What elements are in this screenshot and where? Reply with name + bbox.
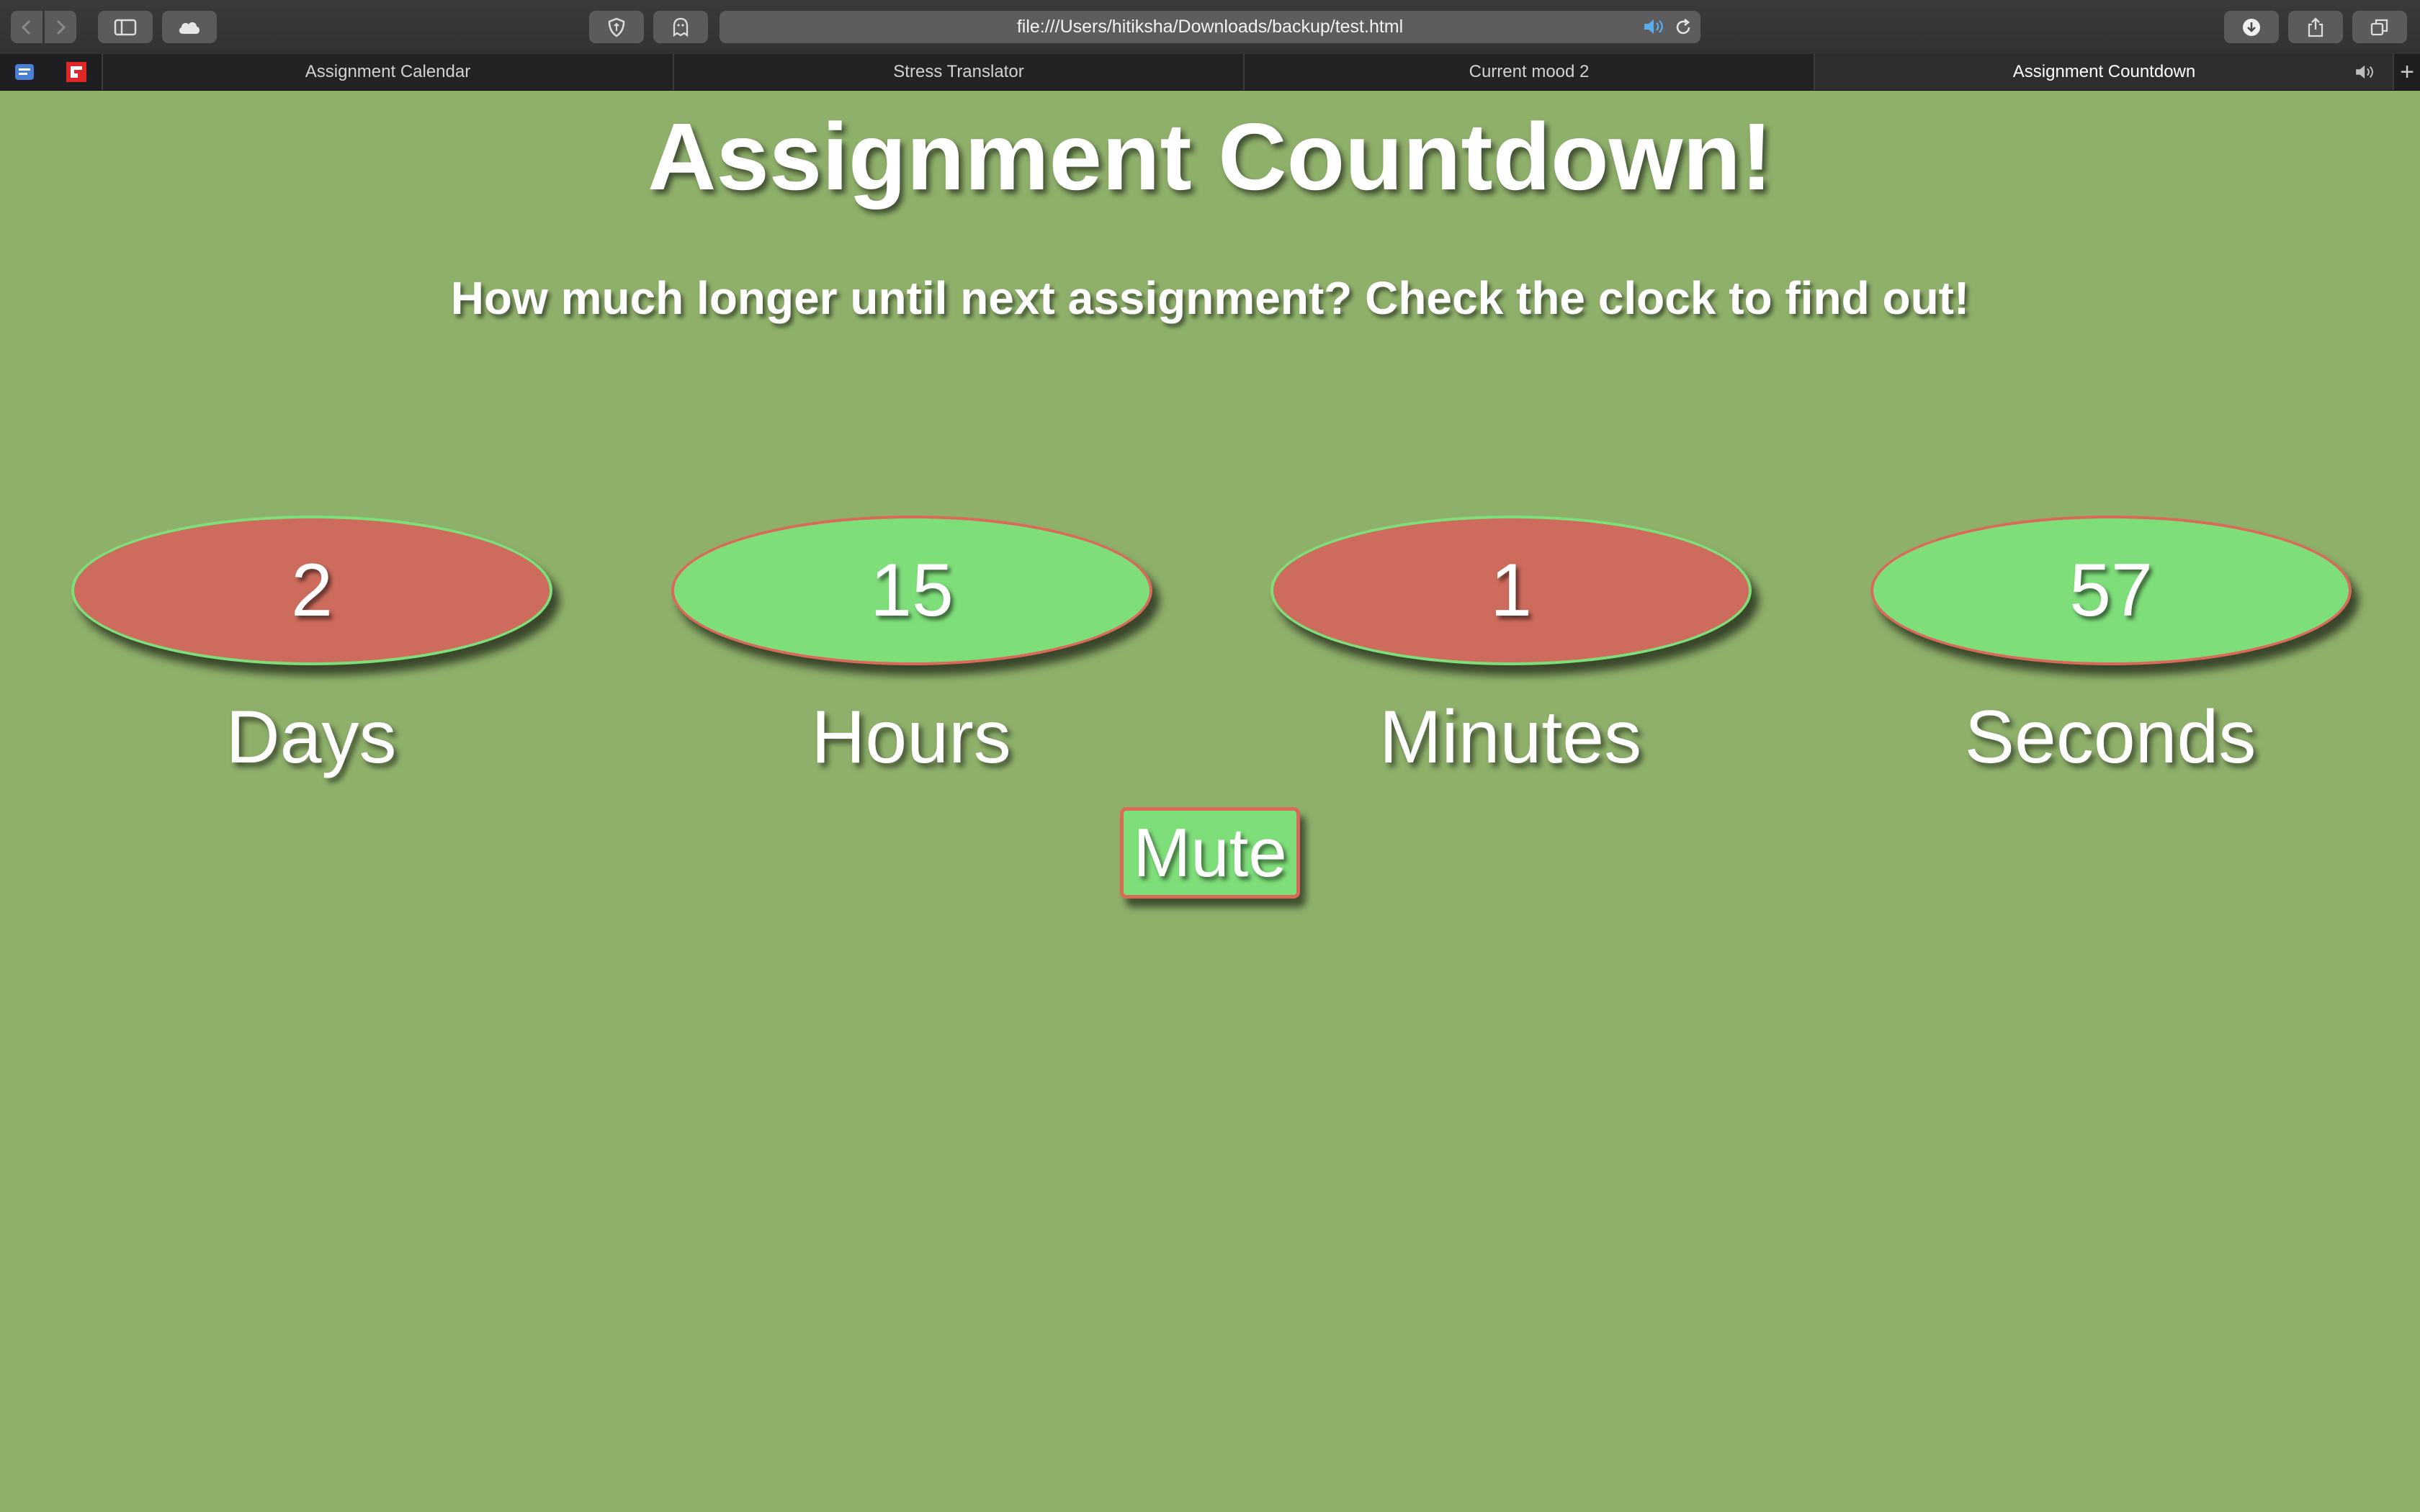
speaker-icon[interactable] xyxy=(2354,63,2378,86)
downloads-button[interactable] xyxy=(2224,11,2279,43)
sidebar-button[interactable] xyxy=(98,11,153,43)
countdown-hours: 15 Hours xyxy=(671,516,1152,780)
hours-oval: 15 xyxy=(671,516,1152,665)
ghostery-extension-button[interactable] xyxy=(653,11,708,43)
ghost-icon xyxy=(673,17,689,37)
days-oval: 2 xyxy=(71,516,552,665)
tab-current-mood-2[interactable]: Current mood 2 xyxy=(1243,54,1814,90)
mute-button[interactable]: Mute xyxy=(1120,807,1300,899)
share-icon xyxy=(2308,17,2323,37)
url-text: file:///Users/hitiksha/Downloads/backup/… xyxy=(1016,17,1404,37)
privacy-shield-button[interactable] xyxy=(589,11,644,43)
tab-stress-translator[interactable]: Stress Translator xyxy=(673,54,1243,90)
tab-label: Assignment Countdown xyxy=(2012,62,2196,81)
flipboard-favicon-icon xyxy=(66,62,86,82)
download-icon xyxy=(2243,18,2260,36)
address-bar[interactable]: file:///Users/hitiksha/Downloads/backup/… xyxy=(720,11,1700,43)
minutes-value: 1 xyxy=(1490,548,1532,632)
seconds-oval: 57 xyxy=(1870,516,2352,665)
countdown-minutes: 1 Minutes xyxy=(1270,516,1752,780)
icloud-tabs-button[interactable] xyxy=(162,11,217,43)
days-label: Days xyxy=(225,696,397,779)
hours-label: Hours xyxy=(811,696,1011,779)
tab-bar: Assignment Calendar Stress Translator Cu… xyxy=(0,54,2420,91)
tab-assignment-countdown[interactable]: Assignment Countdown xyxy=(1814,54,2393,90)
back-button[interactable] xyxy=(11,11,42,43)
docs-favicon-icon xyxy=(15,64,34,80)
hours-value: 15 xyxy=(870,548,954,632)
shield-icon xyxy=(608,17,625,37)
pinned-tab-google-docs[interactable] xyxy=(12,60,37,84)
countdown-days: 2 Days xyxy=(71,516,552,780)
page-title: Assignment Countdown! xyxy=(647,104,1773,210)
tab-label: Assignment Calendar xyxy=(305,62,471,81)
browser-toolbar: file:///Users/hitiksha/Downloads/backup/… xyxy=(0,0,2420,55)
tabs-icon xyxy=(2370,19,2388,35)
countdown-seconds: 57 Seconds xyxy=(1870,516,2352,780)
chevron-right-icon xyxy=(56,19,66,35)
plus-icon: + xyxy=(2400,58,2414,86)
speaker-icon[interactable] xyxy=(1643,17,1667,41)
forward-button[interactable] xyxy=(45,11,76,43)
reload-icon[interactable] xyxy=(1673,17,1693,42)
share-button[interactable] xyxy=(2288,11,2343,43)
page-subtitle: How much longer until next assignment? C… xyxy=(450,272,1970,324)
tab-label: Current mood 2 xyxy=(1469,62,1590,81)
pinned-tab-flipboard[interactable] xyxy=(64,60,89,84)
chevron-left-icon xyxy=(21,19,31,35)
tab-overview-button[interactable] xyxy=(2352,11,2407,43)
tab-label: Stress Translator xyxy=(893,62,1024,81)
new-tab-button[interactable]: + xyxy=(2393,54,2420,90)
minutes-label: Minutes xyxy=(1379,696,1642,779)
days-value: 2 xyxy=(291,548,333,632)
cloud-icon xyxy=(179,22,200,34)
sidebar-icon xyxy=(114,19,137,35)
seconds-value: 57 xyxy=(2069,548,2153,632)
minutes-oval: 1 xyxy=(1270,516,1752,665)
seconds-label: Seconds xyxy=(1964,696,2257,779)
tab-assignment-calendar[interactable]: Assignment Calendar xyxy=(102,54,673,90)
